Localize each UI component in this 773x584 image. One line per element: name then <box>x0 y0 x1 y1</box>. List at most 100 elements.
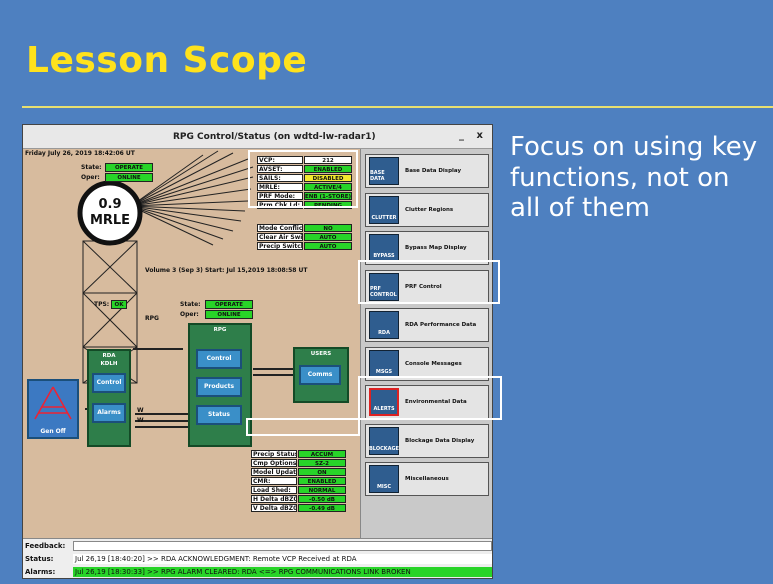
message-bar: Feedback: Status: Jul 26,19 [18:40:20] >… <box>23 538 492 578</box>
mode-row: Precip Switch: AUTO <box>255 241 355 250</box>
sidebar-item-label: Miscellaneous <box>405 476 449 482</box>
mode-label: Mode Conflict: <box>257 224 303 232</box>
rda-perf-icon: RDA <box>369 311 399 339</box>
sidebar-item-base-data-display[interactable]: BASE DATA Base Data Display <box>365 154 489 188</box>
rda-unit: RDA KDLH Control Alarms <box>87 349 131 447</box>
radome-mode: MRLE <box>89 213 131 228</box>
rpg-unit-title: RPG <box>213 327 227 333</box>
alarms-label: Alarms: <box>25 568 56 576</box>
precip-value: ACCUM <box>298 450 346 458</box>
generator-icon <box>34 386 72 420</box>
sidebar-item-miscellaneous[interactable]: MISC Miscellaneous <box>365 462 489 496</box>
close-button[interactable]: x <box>477 130 483 141</box>
sidebar-item-label: RDA Performance Data <box>405 322 477 328</box>
rda-state-label: State: <box>81 164 102 171</box>
precip-label: Cmp Options: <box>251 459 297 467</box>
console-icon: MSGS <box>369 349 399 378</box>
sidebar-item-label: Blockage Data Display <box>405 437 475 444</box>
feedback-field <box>73 541 492 551</box>
rda-oper-label: Oper: <box>81 174 100 181</box>
precip-label: Precip Status: <box>251 450 297 458</box>
mode-label: Precip Switch: <box>257 242 303 250</box>
slide-bullet: Focus on using key functions, not on all… <box>510 132 758 224</box>
tps-label: TPS: <box>94 301 110 308</box>
precip-value: ON <box>298 468 346 476</box>
radome-vcp-label: 0.9 MRLE <box>86 197 134 229</box>
window-title: RPG Control/Status (on wdtd-lw-radar1) <box>173 132 376 142</box>
precip-label: H Delta dBZ0: <box>251 495 297 503</box>
slide-title: Lesson Scope <box>26 40 308 81</box>
generator-unit[interactable]: Gen Off <box>27 379 79 439</box>
precip-label: Load Shed: <box>251 486 297 494</box>
feedback-label: Feedback: <box>25 542 66 550</box>
highlight-environmental-data <box>358 376 502 420</box>
rpg-state-value: OPERATE <box>205 300 253 309</box>
rda-oper-value: ONLINE <box>105 173 153 182</box>
rda-state-value: OPERATE <box>105 163 153 172</box>
mode-label: Clear Air Switch: <box>257 233 303 241</box>
rpg-products-button[interactable]: Products <box>196 377 242 397</box>
precip-row: Cmp Options: SZ-2 <box>249 458 357 467</box>
precip-label: Model Update: <box>251 468 297 476</box>
alarms-message: Jul 26,19 [18:30:33] >> RPG ALARM CLEARE… <box>73 567 492 577</box>
sidebar-item-rda-performance-data[interactable]: RDA RDA Performance Data <box>365 308 489 342</box>
rpg-status-button[interactable]: Status <box>196 405 242 425</box>
highlight-status-table <box>248 150 358 208</box>
tps-value: OK <box>111 300 127 309</box>
mode-value: AUTO <box>304 233 352 241</box>
rda-alarms-button[interactable]: Alarms <box>92 403 126 423</box>
rda-unit-site: KDLH <box>100 361 118 367</box>
rda-unit-title: RDA <box>102 353 116 359</box>
rda-control-button[interactable]: Control <box>92 373 126 393</box>
link-w-upper: W <box>137 407 144 414</box>
sidebar-item-label: Console Messages <box>405 360 462 367</box>
precip-value: -0.50 dB <box>298 495 346 503</box>
mode-value: AUTO <box>304 242 352 250</box>
radome-elevation: 0.9 <box>98 197 122 212</box>
volume-info: Volume 3 (Sep 3) Start: Jul 15,2019 18:0… <box>145 267 308 274</box>
window-titlebar: RPG Control/Status (on wdtd-lw-radar1) _… <box>23 125 492 149</box>
rpg-unit: RPG Control Products Status <box>188 323 252 447</box>
mode-row: Clear Air Switch:AUTO <box>255 232 355 241</box>
precip-value: -0.49 dB <box>298 504 346 512</box>
rpg-control-button[interactable]: Control <box>196 349 242 369</box>
link-w-lower: W <box>137 417 144 424</box>
precip-row: Load Shed: NORMAL <box>249 485 357 494</box>
users-unit: USERS Comms <box>293 347 349 403</box>
blockage-icon: BLOCKAGE <box>369 426 399 455</box>
precip-label: CMR: <box>251 477 297 485</box>
precip-value: NORMAL <box>298 486 346 494</box>
rpg-oper-label: Oper: <box>180 311 199 318</box>
precip-value: SZ-2 <box>298 459 346 467</box>
precip-row: CMR: ENABLED <box>249 476 357 485</box>
title-divider <box>22 106 773 108</box>
rpg-link-label: RPG <box>145 315 159 322</box>
sidebar-item-label: Clutter Regions <box>405 206 454 213</box>
users-unit-title: USERS <box>310 351 332 357</box>
users-comms-button[interactable]: Comms <box>299 365 341 385</box>
sidebar-item-clutter-regions[interactable]: CLUTTER Clutter Regions <box>365 192 489 227</box>
base-data-icon: BASE DATA <box>369 157 399 185</box>
bypass-map-icon: BYPASS <box>369 234 399 262</box>
sidebar-item-label: Base Data Display <box>405 168 462 174</box>
rpg-state-label: State: <box>180 301 201 308</box>
clutter-icon: CLUTTER <box>369 195 399 224</box>
precip-row: V Delta dBZ0: -0.49 dB <box>249 503 357 512</box>
sidebar-item-label: Bypass Map Display <box>405 245 467 251</box>
sidebar-item-blockage-data-display[interactable]: BLOCKAGE Blockage Data Display <box>365 423 489 458</box>
highlight-prf-control <box>358 260 500 304</box>
precip-value: ENABLED <box>298 477 346 485</box>
generator-label: Gen Off <box>40 428 66 435</box>
highlight-precip-status <box>246 418 360 436</box>
minimize-button[interactable]: _ <box>459 130 464 141</box>
rpg-oper-value: ONLINE <box>205 310 253 319</box>
status-label: Status: <box>25 555 54 563</box>
mode-row: Mode Conflict: NO <box>255 223 355 232</box>
misc-icon: MISC <box>369 465 399 493</box>
precip-label: V Delta dBZ0: <box>251 504 297 512</box>
precip-row: Precip Status: ACCUM <box>249 449 357 458</box>
mode-value: NO <box>304 224 352 232</box>
precip-row: Model Update:ON <box>249 467 357 476</box>
precip-row: H Delta dBZ0: -0.50 dB <box>249 494 357 503</box>
status-message: Jul 26,19 [18:40:20] >> RDA ACKNOWLEDGME… <box>73 554 492 564</box>
